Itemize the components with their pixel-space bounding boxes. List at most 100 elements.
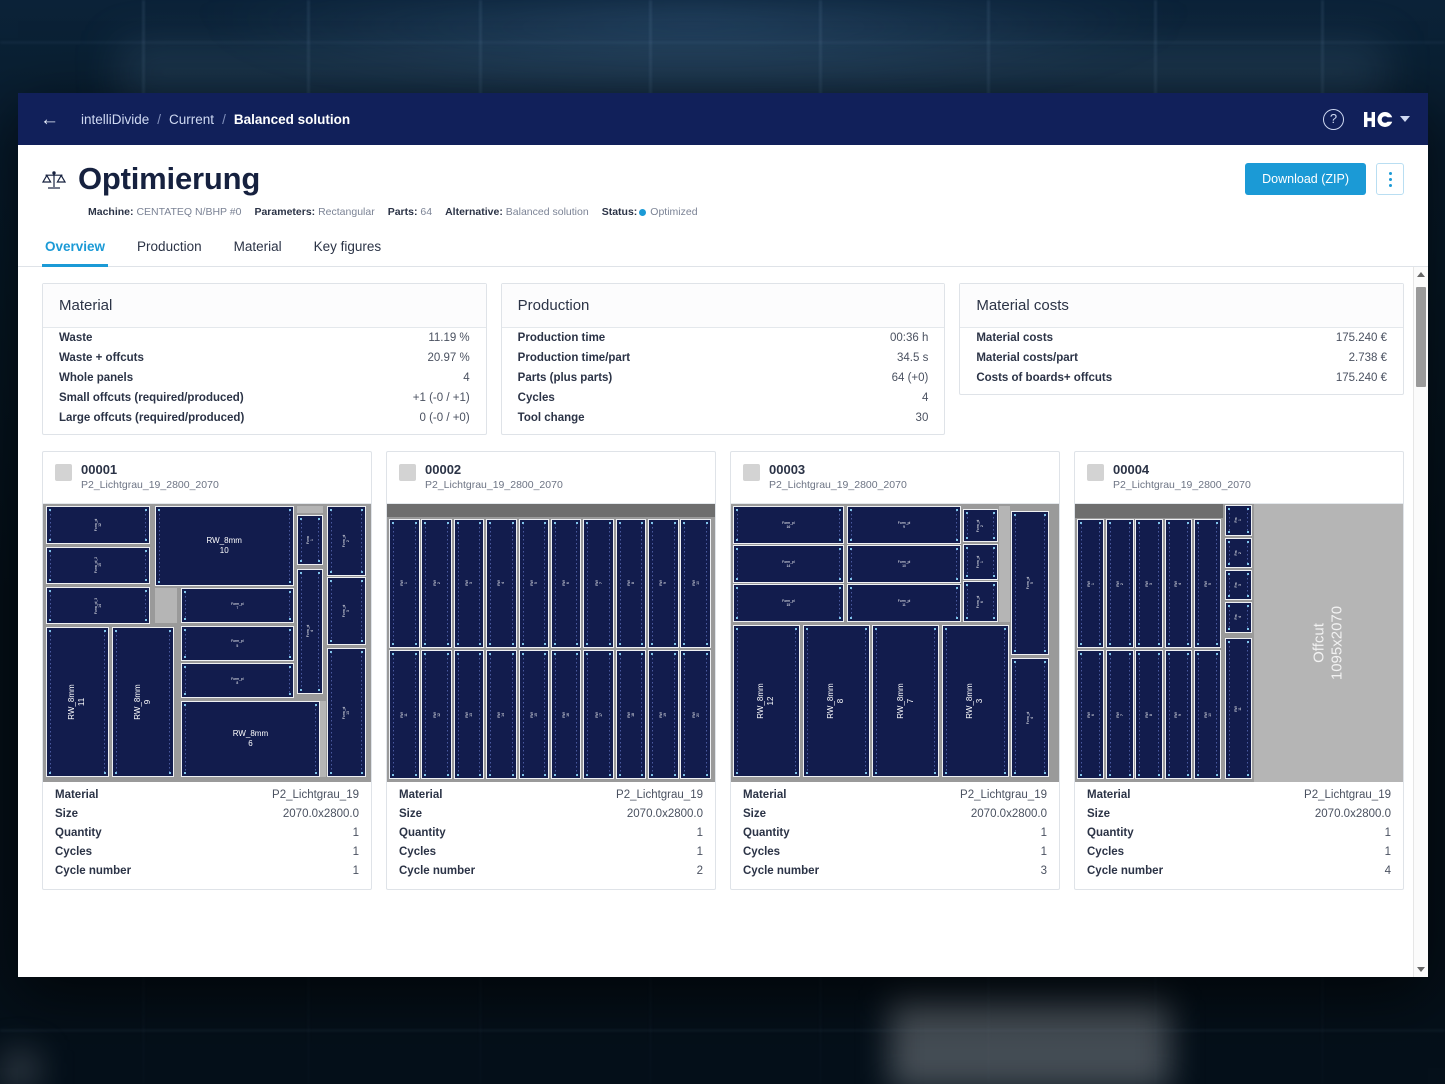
layout-part[interactable]: RW_8mm9 xyxy=(112,627,174,777)
layout-part[interactable]: Fm3 xyxy=(1225,570,1253,600)
layout-part[interactable]: RW5 xyxy=(1194,519,1221,648)
layout-part[interactable]: RW11 xyxy=(389,650,420,779)
layout-part[interactable]: RW10 xyxy=(1194,650,1221,779)
layout-part[interactable]: RW8 xyxy=(616,519,647,648)
tab-material[interactable]: Material xyxy=(231,233,285,267)
layout-part[interactable]: RW6 xyxy=(551,519,582,648)
layout-part[interactable]: Form_pl_314 xyxy=(46,587,149,625)
part-corner-marker xyxy=(1158,643,1160,645)
scrollbar-thumb[interactable] xyxy=(1416,287,1426,387)
panel-card-00002[interactable]: 00002 P2_Lichtgrau_19_2800_2070 RW1RW2RW… xyxy=(386,451,716,890)
layout-part[interactable]: RW6 xyxy=(1077,650,1104,779)
panel-card-00004[interactable]: 00004 P2_Lichtgrau_19_2800_2070 Offcut10… xyxy=(1074,451,1404,890)
layout-part[interactable]: RW3 xyxy=(1135,519,1162,648)
layout-part[interactable]: RW17 xyxy=(583,650,614,779)
tab-overview[interactable]: Overview xyxy=(42,233,108,267)
layout-part[interactable]: RW_8mm8 xyxy=(803,625,870,778)
layout-part[interactable]: RW7 xyxy=(583,519,614,648)
breadcrumb-item-current[interactable]: Current xyxy=(169,112,214,127)
part-label: RW_8mm8 xyxy=(826,683,846,718)
layout-part[interactable]: Form_pl2 xyxy=(963,509,997,542)
layout-part[interactable]: RW2 xyxy=(1106,519,1133,648)
layout-part[interactable]: Form_pl_215 xyxy=(46,547,149,585)
layout-part[interactable]: RW14 xyxy=(486,650,517,779)
layout-part[interactable]: RW4 xyxy=(486,519,517,648)
layout-part[interactable]: RW18 xyxy=(616,650,647,779)
layout-part[interactable]: Form_pl15 xyxy=(733,584,845,622)
part-corner-marker xyxy=(619,653,621,655)
panel-card-00001[interactable]: 00001 P2_Lichtgrau_19_2800_2070 Form_pl1… xyxy=(42,451,372,890)
layout-part[interactable]: RW9 xyxy=(1165,650,1192,779)
layout-part[interactable]: RW13 xyxy=(454,650,485,779)
layout-part[interactable]: RW_8mm12 xyxy=(733,625,800,778)
layout-part[interactable]: Fm2 xyxy=(1225,538,1253,568)
layout-part[interactable]: RW5 xyxy=(519,519,550,648)
layout-part[interactable]: RW20 xyxy=(680,650,711,779)
layout-part[interactable]: Form_pl13 xyxy=(327,648,366,777)
layout-part[interactable]: RW11 xyxy=(1225,638,1253,779)
layout-part[interactable]: RW15 xyxy=(519,650,550,779)
layout-part[interactable]: Form_pl1 xyxy=(963,544,997,580)
layout-part[interactable]: RW8 xyxy=(1135,650,1162,779)
layout-part[interactable]: Form_pl11 xyxy=(847,584,960,622)
layout-part[interactable]: RW2 xyxy=(421,519,452,648)
layout-part[interactable]: RW1 xyxy=(1077,519,1104,648)
layout-part[interactable]: RW4 xyxy=(1165,519,1192,648)
layout-part[interactable]: RW_8mm6 xyxy=(181,701,320,777)
part-edge-marking xyxy=(318,573,319,690)
layout-part[interactable]: Form_pl4 xyxy=(297,569,323,694)
layout-part[interactable]: Form_pl5 xyxy=(1011,511,1049,656)
layout-part[interactable]: Form_pl3 xyxy=(327,577,366,645)
layout-part[interactable]: Form_pl7 xyxy=(181,588,294,623)
layout-part[interactable]: RW9 xyxy=(648,519,679,648)
scroll-up-arrow-icon[interactable] xyxy=(1414,267,1428,282)
help-icon[interactable]: ? xyxy=(1323,109,1344,130)
layout-part[interactable]: Form_pl16 xyxy=(733,506,845,544)
layout-part[interactable]: RW3 xyxy=(454,519,485,648)
layout-part[interactable]: RW1 xyxy=(389,519,420,648)
part-corner-marker xyxy=(330,640,332,642)
scroll-down-arrow-icon[interactable] xyxy=(1414,962,1428,977)
more-options-button[interactable] xyxy=(1376,163,1404,195)
layout-part[interactable]: Form_pl9 xyxy=(847,506,960,544)
cutting-layout-diagram[interactable]: RW1RW2RW3RW4RW5RW6RW7RW8RW9RW10RW11RW12R… xyxy=(387,504,715,782)
layout-part[interactable]: Fm4 xyxy=(1225,602,1253,632)
panel-details: MaterialP2_Lichtgrau_19 Size2070.0x2800.… xyxy=(387,782,715,889)
vertical-scrollbar[interactable] xyxy=(1413,267,1428,977)
part-label: Form_pl9 xyxy=(898,521,910,530)
brand-menu[interactable] xyxy=(1364,111,1410,128)
part-corner-marker xyxy=(315,772,317,774)
layout-part[interactable]: RW12 xyxy=(421,650,452,779)
part-corner-marker xyxy=(966,575,968,577)
layout-part[interactable]: Form_pl2 xyxy=(327,506,366,576)
cutting-layout-diagram[interactable]: Form_pl12Form_pl_215Form_pl_314RW_8mm11R… xyxy=(43,504,371,782)
layout-part[interactable]: RW_8mm7 xyxy=(872,625,939,778)
layout-part[interactable]: RW19 xyxy=(648,650,679,779)
layout-part[interactable]: Form_pl14 xyxy=(733,545,845,583)
part-label: Form_pl_215 xyxy=(94,557,103,573)
layout-part[interactable]: RW_8mm3 xyxy=(942,625,1009,778)
download-zip-button[interactable]: Download (ZIP) xyxy=(1245,163,1366,195)
layout-part[interactable]: Form_pl10 xyxy=(847,545,960,583)
layout-part[interactable]: Form_pl8 xyxy=(181,663,294,698)
layout-part[interactable]: Fm1 xyxy=(1225,505,1253,535)
part-edge-marking xyxy=(839,588,840,618)
layout-part[interactable]: Form_pl6 xyxy=(963,581,997,621)
layout-part[interactable]: RW7 xyxy=(1106,650,1133,779)
layout-part[interactable]: RW10 xyxy=(680,519,711,648)
panel-card-00003[interactable]: 00003 P2_Lichtgrau_19_2800_2070 Form_pl1… xyxy=(730,451,1060,890)
back-arrow-icon[interactable]: ← xyxy=(40,110,59,129)
cutting-layout-diagram[interactable]: Form_pl16Form_pl9Form_pl14Form_pl10Form_… xyxy=(731,504,1059,782)
breadcrumb-item-root[interactable]: intelliDivide xyxy=(81,112,149,127)
tab-production[interactable]: Production xyxy=(134,233,205,267)
layout-part[interactable]: RW_8mm11 xyxy=(46,627,108,777)
layout-part[interactable]: RW16 xyxy=(551,650,582,779)
layout-part[interactable]: Form1 xyxy=(297,515,323,565)
layout-part[interactable]: Form_pl5 xyxy=(181,626,294,661)
cutting-layout-diagram[interactable]: Offcut1095x2070RW1RW2RW3RW4RW5RW6RW7RW8R… xyxy=(1075,504,1403,782)
tab-key-figures[interactable]: Key figures xyxy=(311,233,385,267)
breadcrumb-separator: / xyxy=(157,112,161,127)
layout-part[interactable]: RW_8mm10 xyxy=(155,506,294,585)
layout-part[interactable]: Form_pl12 xyxy=(46,506,149,544)
layout-part[interactable]: Form_pl4 xyxy=(1011,658,1049,778)
